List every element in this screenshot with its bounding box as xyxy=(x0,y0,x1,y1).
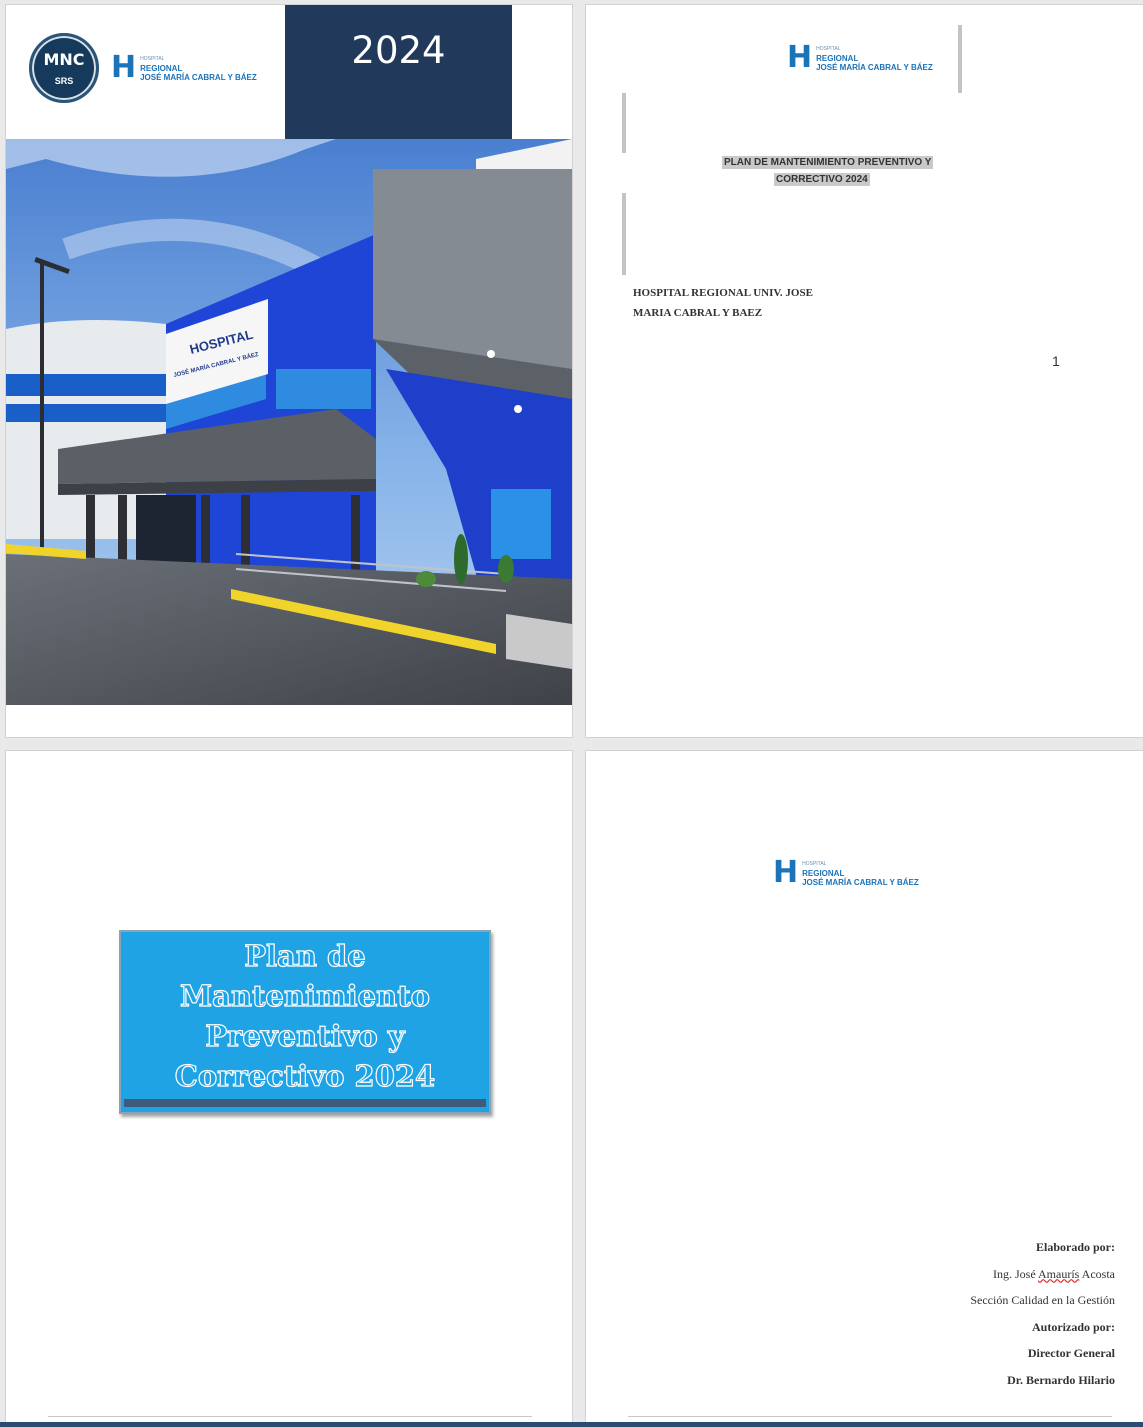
logo-regional-text: REGIONAL xyxy=(140,63,183,73)
plan-title-page: Plan de Mantenimiento Preventivo y Corre… xyxy=(6,751,572,1427)
footer-line xyxy=(48,1416,532,1417)
hospital-logo: H HOSPITAL REGIONAL JOSÉ MARÍA CABRAL Y … xyxy=(111,53,257,83)
plan-title-line1: PLAN DE MANTENIMIENTO PREVENTIVO Y xyxy=(722,156,934,169)
logo-small-text: HOSPITAL xyxy=(802,860,827,867)
logo-regional-text: REGIONAL xyxy=(802,868,845,878)
logo-name-text: JOSÉ MARÍA CABRAL Y BÁEZ xyxy=(802,877,919,887)
author-section: Sección Calidad en la Gestión xyxy=(970,1293,1115,1307)
elaborado-label: Elaborado por: xyxy=(1035,1240,1115,1254)
author-name: Ing. José Amaurís Acosta xyxy=(993,1266,1115,1281)
hospital-name-line1: HOSPITAL REGIONAL UNIV. JOSE xyxy=(633,287,813,299)
autorizado-label: Autorizado por: xyxy=(1032,1319,1115,1334)
logo-regional-text: REGIONAL xyxy=(816,53,859,63)
seal-subtext: SRS xyxy=(54,76,74,86)
text-frame-border xyxy=(958,25,962,93)
text-frame-border xyxy=(622,193,626,275)
year-banner: 2024 xyxy=(285,5,512,139)
director-name: Dr. Bernardo Hilario xyxy=(1007,1372,1115,1387)
plan-title-line: Plan de xyxy=(244,938,367,973)
plan-title-line: Preventivo y xyxy=(205,1018,406,1053)
plan-title-box: Plan de Mantenimiento Preventivo y Corre… xyxy=(119,930,491,1114)
hospital-logo: H HOSPITAL REGIONAL JOSÉ MARÍA CABRAL Y … xyxy=(787,43,933,73)
h-logo-icon: H xyxy=(111,50,137,85)
spellcheck-word: Amaurís xyxy=(1038,1266,1080,1281)
plan-title-line: Mantenimiento xyxy=(179,978,430,1013)
hospital-name-block: HOSPITAL REGIONAL UNIV. JOSE MARIA CABRA… xyxy=(633,283,813,323)
footer-line xyxy=(628,1416,1112,1417)
logo-small-text: HOSPITAL xyxy=(140,55,165,62)
h-logo-icon: H xyxy=(787,40,813,75)
hospital-name-line2: MARIA CABRAL Y BAEZ xyxy=(633,307,763,319)
window-bottom-strip xyxy=(0,1422,1143,1427)
title-box-stripe xyxy=(124,1099,486,1107)
credits-block: Elaborado por: Ing. José Amaurís Acosta … xyxy=(970,1234,1115,1393)
page-number: 1 xyxy=(1052,353,1060,369)
logo-name-text: JOSÉ MARÍA CABRAL Y BÁEZ xyxy=(816,62,933,72)
hospital-logo: H HOSPITAL REGIONAL JOSÉ MARÍA CABRAL Y … xyxy=(773,858,919,888)
hospital-building-photo: HOSPITAL JOSÉ MARÍA CABRAL Y BÁEZ xyxy=(6,139,572,705)
cover-page: MNC SRS H HOSPITAL REGIONAL JOSÉ MARÍA C… xyxy=(6,5,572,737)
logo-small-text: HOSPITAL xyxy=(816,45,841,52)
plan-title-line2: CORRECTIVO 2024 xyxy=(774,173,870,186)
srs-seal-logo: MNC SRS xyxy=(29,33,99,103)
plan-title-line: Correctivo 2024 xyxy=(174,1058,436,1093)
logo-name-text: JOSÉ MARÍA CABRAL Y BÁEZ xyxy=(140,72,257,82)
cover-year: 2024 xyxy=(351,29,446,72)
h-logo-icon: H xyxy=(773,855,799,890)
title-page: H HOSPITAL REGIONAL JOSÉ MARÍA CABRAL Y … xyxy=(586,5,1143,737)
text-frame-border xyxy=(622,93,626,153)
credits-page: H HOSPITAL REGIONAL JOSÉ MARÍA CABRAL Y … xyxy=(586,751,1143,1427)
director-title: Director General xyxy=(1027,1346,1115,1360)
seal-text: MNC xyxy=(43,50,85,69)
